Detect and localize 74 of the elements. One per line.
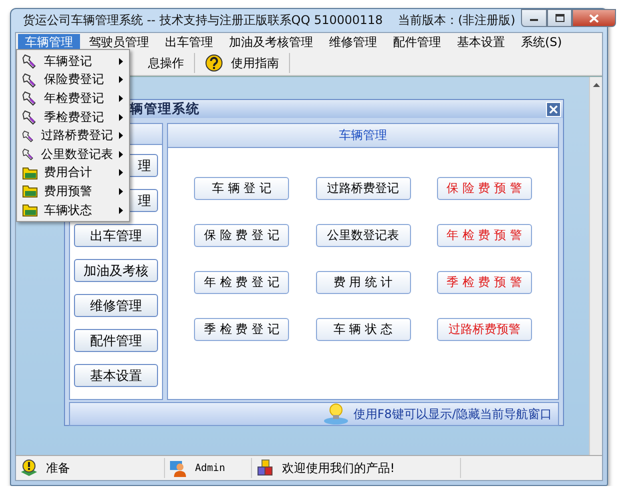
- hint-text: 使用F8键可以显示/隐藏当前导航窗口: [353, 406, 552, 422]
- status-text: 欢迎使用我们的产品!: [282, 460, 395, 476]
- function-button[interactable]: 季 检 费 预 警: [436, 271, 532, 294]
- submenu-arrow-icon: [119, 150, 123, 158]
- menu-item[interactable]: 配件管理: [386, 34, 448, 50]
- toolbar-button[interactable]: 息操作: [138, 53, 195, 73]
- function-button[interactable]: 保 险 费 预 警: [436, 177, 532, 200]
- wrench-icon: [22, 109, 38, 126]
- function-button[interactable]: 车 辆 状 态: [316, 318, 410, 341]
- warning-pin-icon: [20, 459, 38, 477]
- wrench-icon: [22, 128, 35, 144]
- help-icon: [205, 54, 223, 72]
- folder-icon: [22, 166, 38, 180]
- function-button[interactable]: 年 检 费 登 记: [194, 271, 290, 294]
- nav-button[interactable]: 出车管理: [74, 224, 158, 247]
- function-button[interactable]: 公里数登记表: [316, 224, 410, 247]
- menu-item[interactable]: 系统(S): [514, 34, 569, 50]
- close-icon: [549, 104, 558, 114]
- wrench-icon: [22, 53, 38, 70]
- close-button[interactable]: [572, 9, 616, 27]
- scrollbar[interactable]: [589, 77, 602, 455]
- menu-item[interactable]: 季检费登记: [17, 108, 129, 126]
- submenu-arrow-icon: [119, 169, 123, 176]
- status-text: Admin: [195, 462, 226, 474]
- nav-button[interactable]: 维修管理: [74, 294, 158, 317]
- child-window-title: 辆管理系统: [130, 100, 200, 118]
- function-button[interactable]: 过路桥费登记: [316, 177, 410, 200]
- menu-item[interactable]: 费用预警: [17, 182, 129, 201]
- submenu-arrow-icon: [119, 132, 123, 140]
- nav-button[interactable]: 配件管理: [74, 329, 158, 352]
- menu-item[interactable]: 加油及考核管理: [222, 34, 320, 50]
- menu-item[interactable]: 维修管理: [322, 34, 384, 50]
- menu-item[interactable]: 保险费登记: [17, 70, 129, 90]
- lightbulb-icon: [323, 403, 350, 425]
- submenu-arrow-icon: [119, 188, 123, 195]
- up-arrow-icon: [592, 83, 600, 87]
- wrench-icon: [22, 72, 38, 88]
- wrench-icon: [22, 90, 38, 106]
- submenu-arrow-icon: [119, 114, 123, 121]
- panel-title: 车辆管理: [339, 127, 387, 144]
- submenu-arrow-icon: [119, 94, 123, 102]
- close-icon: [589, 14, 600, 22]
- submenu-arrow-icon: [119, 76, 123, 84]
- function-button[interactable]: 年 检 费 预 警: [436, 224, 532, 247]
- menu-item[interactable]: 车辆管理: [18, 34, 80, 50]
- nav-button[interactable]: 加油及考核: [74, 259, 158, 282]
- toolbar-button[interactable]: 使用指南: [195, 53, 290, 73]
- user-icon: [169, 459, 187, 477]
- menu-item[interactable]: 公里数登记表: [17, 144, 129, 164]
- menu-item[interactable]: 车辆状态: [17, 200, 129, 220]
- wrench-icon: [22, 146, 35, 162]
- maximize-button[interactable]: [547, 9, 572, 27]
- nav-button[interactable]: 基本设置: [74, 364, 158, 387]
- menu-item[interactable]: 车辆登记: [17, 52, 129, 71]
- function-button[interactable]: 过路桥费预警: [436, 318, 532, 341]
- minimize-button[interactable]: [521, 9, 548, 27]
- menu-item[interactable]: 出车管理: [158, 34, 220, 50]
- function-button[interactable]: 车 辆 登 记: [194, 177, 290, 200]
- folder-icon: [22, 203, 38, 218]
- function-button[interactable]: 季 检 费 登 记: [194, 318, 290, 341]
- function-button[interactable]: 保 险 费 登 记: [194, 224, 290, 247]
- cubes-icon: [256, 459, 274, 477]
- menu-item[interactable]: 驾驶员管理: [82, 34, 156, 50]
- status-text: 准备: [46, 460, 70, 476]
- window-title: 货运公司车辆管理系统 -- 技术支持与注册正版联系QQ 510000118 当前版本：(非注册版): [23, 12, 516, 29]
- maximize-icon: [554, 14, 565, 22]
- submenu-arrow-icon: [119, 58, 123, 65]
- menu-item[interactable]: 年检费登记: [17, 89, 129, 108]
- submenu-arrow-icon: [119, 206, 123, 214]
- menu-item[interactable]: 费用合计: [17, 164, 129, 182]
- menu-item[interactable]: 基本设置: [450, 34, 512, 50]
- menu-item[interactable]: 过路桥费登记: [17, 126, 129, 145]
- function-button[interactable]: 费 用 统 计: [316, 271, 410, 294]
- folder-icon: [22, 184, 38, 198]
